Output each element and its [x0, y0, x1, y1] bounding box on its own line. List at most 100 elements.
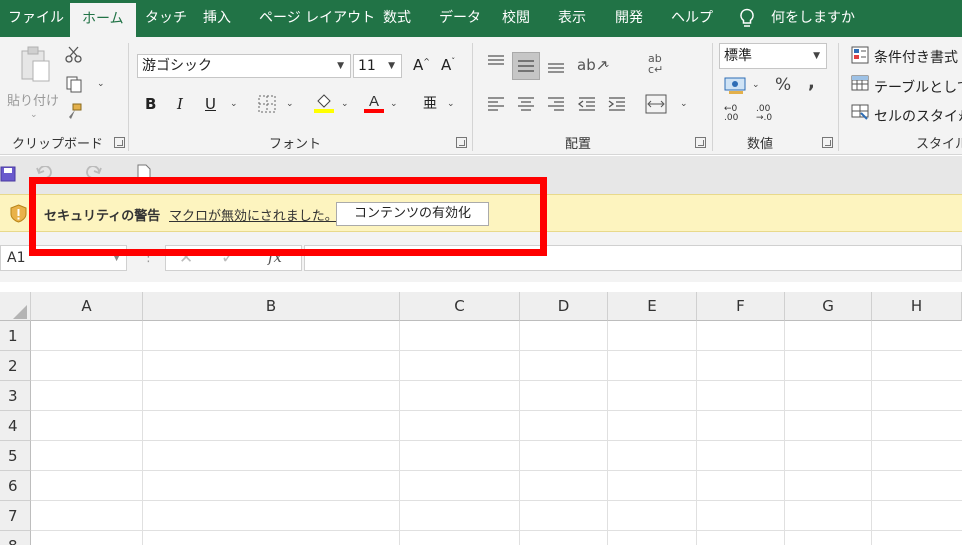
font-color-icon[interactable]: A	[363, 92, 385, 114]
phonetic-dropdown-icon[interactable]: ⌄	[447, 99, 455, 109]
cell-styles-button[interactable]: セルのスタイル	[874, 106, 962, 126]
underline-icon[interactable]: U	[205, 95, 216, 113]
tell-me-search[interactable]: 何をしますか	[771, 0, 855, 37]
paste-icon[interactable]	[18, 45, 52, 83]
accounting-dropdown-icon[interactable]: ⌄	[752, 80, 760, 90]
decrease-indent-icon[interactable]	[577, 96, 597, 112]
font-size-dropdown[interactable]: 11 ▼	[353, 54, 402, 78]
borders-dropdown-icon[interactable]: ⌄	[286, 99, 294, 109]
underline-dropdown-icon[interactable]: ⌄	[230, 99, 238, 109]
row-header-2[interactable]: 2	[0, 351, 31, 381]
row-header-1[interactable]: 1	[0, 321, 31, 351]
wrap-text-icon[interactable]: ab c↵	[648, 53, 663, 75]
tab-view[interactable]: 表示	[558, 0, 586, 37]
column-header-g[interactable]: G	[785, 292, 872, 321]
row-header-6[interactable]: 6	[0, 471, 31, 501]
font-group-label: フォント	[269, 137, 322, 152]
increase-decimal-icon[interactable]: ←0.00	[724, 105, 738, 123]
column-header-f[interactable]: F	[697, 292, 785, 321]
chevron-down-icon: ▼	[337, 61, 344, 71]
copy-dropdown-icon[interactable]: ⌄	[97, 79, 105, 89]
tab-home[interactable]: ホーム	[70, 3, 136, 37]
format-painter-icon[interactable]	[65, 103, 83, 121]
format-as-table-button[interactable]: テーブルとして書	[874, 77, 962, 97]
align-right-icon[interactable]	[546, 96, 566, 112]
column-header-b[interactable]: B	[143, 292, 400, 321]
worksheet-grid[interactable]: ABCDEFGH 12345678	[0, 292, 962, 545]
row-header-7[interactable]: 7	[0, 501, 31, 531]
row-gridline	[31, 500, 962, 501]
copy-icon[interactable]	[65, 75, 83, 93]
cell-styles-icon[interactable]	[851, 104, 869, 122]
lightbulb-icon	[740, 8, 754, 27]
save-icon[interactable]	[0, 166, 16, 182]
decrease-font-size-icon[interactable]: Aˇ	[441, 56, 455, 74]
row-header-8[interactable]: 8	[0, 531, 31, 545]
tab-insert[interactable]: 挿入	[203, 0, 231, 37]
number-format-dropdown[interactable]: 標準 ▼	[719, 43, 827, 69]
tab-developer[interactable]: 開発	[615, 0, 643, 37]
fill-color-dropdown-icon[interactable]: ⌄	[341, 99, 349, 109]
font-color-dropdown-icon[interactable]: ⌄	[390, 99, 398, 109]
align-left-icon[interactable]	[486, 96, 506, 112]
tab-data[interactable]: データ	[439, 0, 481, 37]
decrease-decimal-icon[interactable]: .00 →.0	[756, 105, 772, 123]
tab-page-layout[interactable]: ページ レイアウト	[259, 0, 375, 37]
paste-button[interactable]: 貼り付け	[7, 90, 59, 109]
row-header-4[interactable]: 4	[0, 411, 31, 441]
column-header-e[interactable]: E	[608, 292, 697, 321]
select-all-corner[interactable]	[0, 292, 31, 321]
cell-styles-dropdown-icon[interactable]: ⌄	[957, 109, 962, 119]
font-name-dropdown[interactable]: 游ゴシック ▼	[137, 54, 351, 78]
highlight-box	[29, 177, 547, 256]
italic-icon[interactable]: I	[177, 95, 183, 113]
row-gridline	[31, 530, 962, 531]
align-middle-icon	[518, 60, 534, 72]
phonetic-guide-icon[interactable]: 亜	[423, 93, 437, 113]
alignment-launcher-icon[interactable]	[695, 137, 706, 148]
merge-dropdown-icon[interactable]: ⌄	[680, 99, 688, 109]
bold-icon[interactable]: B	[145, 95, 156, 113]
clipboard-launcher-icon[interactable]	[114, 137, 125, 148]
row-gridline	[31, 380, 962, 381]
conditional-formatting-button[interactable]: 条件付き書式	[874, 47, 958, 67]
orientation-dropdown-icon[interactable]: ⌄	[603, 60, 611, 70]
accounting-format-icon[interactable]	[724, 77, 746, 95]
column-header-a[interactable]: A	[31, 292, 143, 321]
align-top-icon[interactable]	[486, 54, 506, 70]
group-divider	[128, 43, 129, 151]
comma-style-button[interactable]: ,	[808, 72, 815, 93]
number-format-value: 標準	[724, 48, 752, 64]
tab-help[interactable]: ヘルプ	[671, 0, 713, 37]
tab-formulas[interactable]: 数式	[383, 0, 411, 37]
align-middle-button[interactable]	[512, 52, 540, 80]
align-center-icon[interactable]	[516, 96, 536, 112]
conditional-formatting-icon[interactable]	[851, 46, 869, 64]
column-header-h[interactable]: H	[872, 292, 962, 321]
column-gridline	[399, 321, 400, 545]
column-header-c[interactable]: C	[400, 292, 520, 321]
increase-indent-icon[interactable]	[607, 96, 627, 112]
borders-icon[interactable]	[258, 95, 276, 113]
clipboard-group-label: クリップボード	[12, 137, 104, 152]
fill-color-icon[interactable]	[313, 92, 335, 114]
align-bottom-icon[interactable]	[546, 58, 566, 74]
tab-file[interactable]: ファイル	[8, 0, 64, 37]
row-header-3[interactable]: 3	[0, 381, 31, 411]
tab-review[interactable]: 校閲	[502, 0, 530, 37]
select-all-triangle-icon	[13, 305, 27, 319]
merge-center-icon[interactable]	[645, 94, 667, 114]
percent-style-button[interactable]: %	[775, 75, 791, 95]
column-header-d[interactable]: D	[520, 292, 608, 321]
number-launcher-icon[interactable]	[822, 137, 833, 148]
number-group-label: 数値	[747, 137, 774, 152]
row-header-5[interactable]: 5	[0, 441, 31, 471]
column-gridline	[519, 321, 520, 545]
increase-font-size-icon[interactable]: A^	[413, 56, 430, 74]
cut-icon[interactable]	[65, 46, 83, 64]
tab-touch[interactable]: タッチ	[145, 0, 187, 37]
paste-dropdown-icon[interactable]: ⌄	[30, 110, 38, 120]
font-launcher-icon[interactable]	[456, 137, 467, 148]
ribbon: 貼り付け ⌄ ⌄ クリップボード 游ゴシック ▼ 11 ▼ A^ Aˇ B I …	[0, 37, 962, 155]
format-as-table-icon[interactable]	[851, 75, 869, 93]
